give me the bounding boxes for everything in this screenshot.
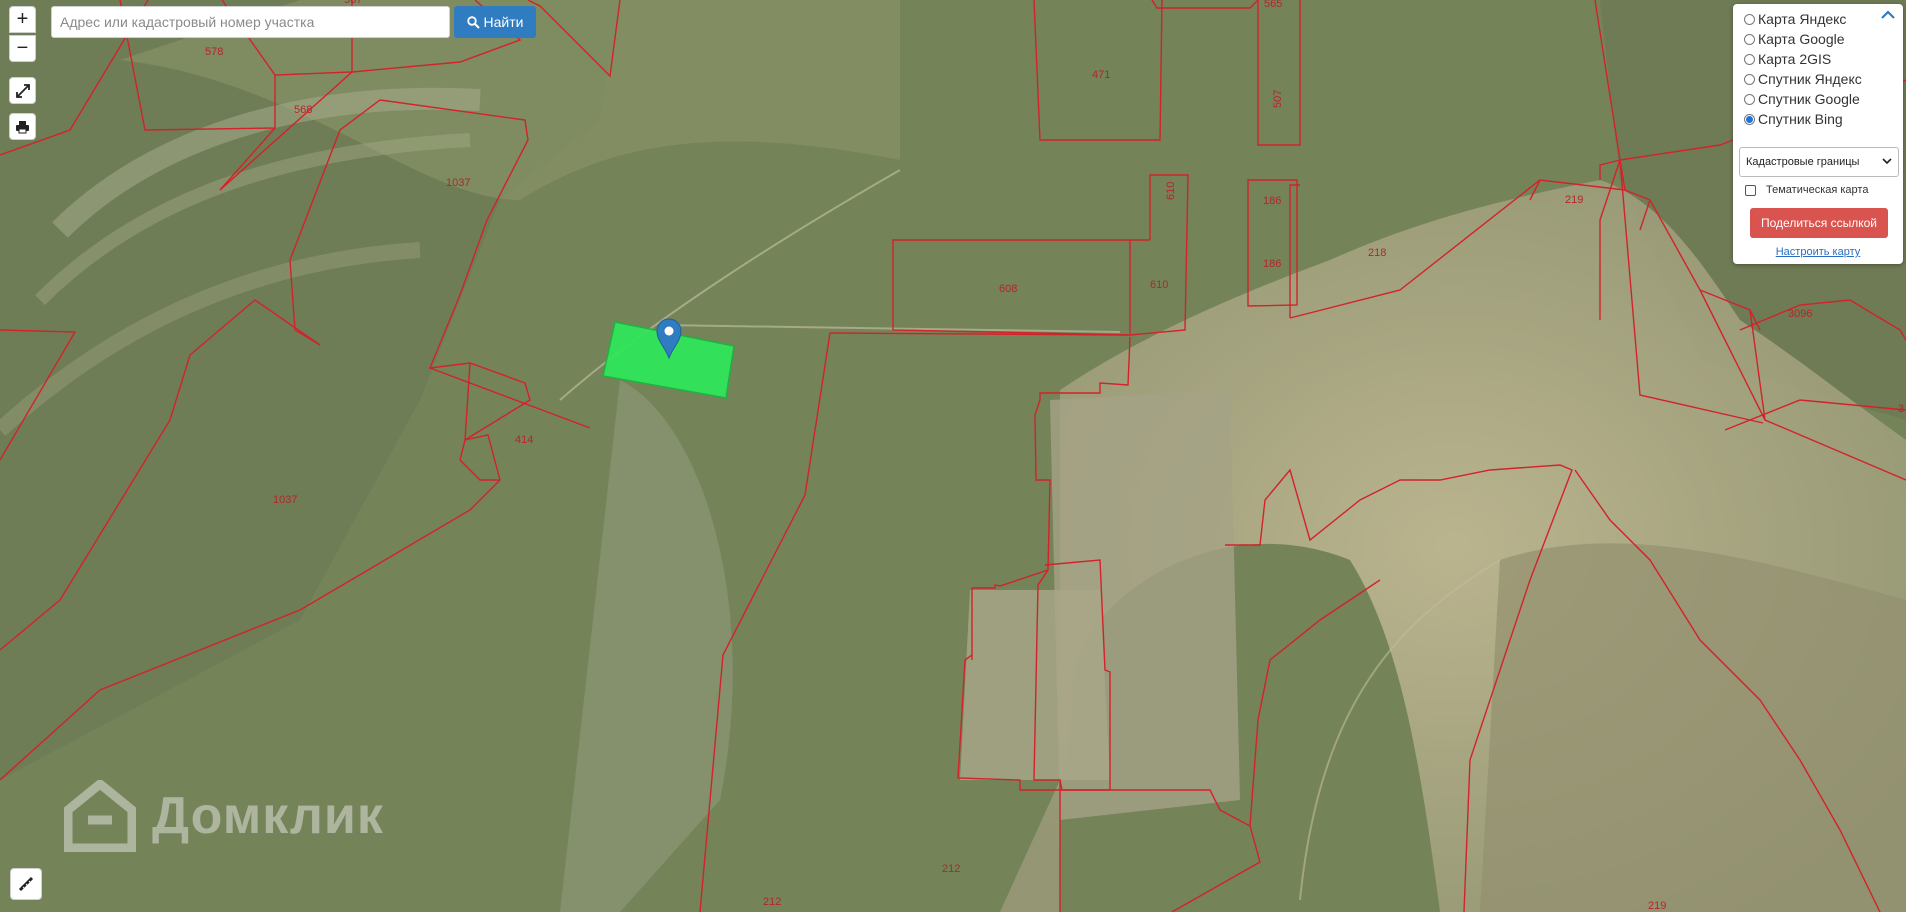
- layers-panel: Карта Яндекс Карта Google Карта 2GIS Спу…: [1733, 4, 1903, 264]
- radio-button[interactable]: [1744, 73, 1755, 85]
- ruler-icon: [18, 876, 34, 892]
- parcel-label: 3096: [1788, 308, 1812, 320]
- parcel-label: 565: [1264, 0, 1282, 10]
- parcel-label: 608: [999, 283, 1017, 295]
- parcel-label: 219: [1648, 900, 1666, 912]
- print-button[interactable]: [9, 113, 36, 140]
- radio-button[interactable]: [1744, 53, 1755, 65]
- parcel-label: 212: [942, 863, 960, 875]
- parcel-label: 1037: [273, 494, 297, 506]
- layer-option-label: Спутник Google: [1758, 91, 1860, 107]
- share-link-button[interactable]: Поделиться ссылкой: [1750, 208, 1888, 238]
- layer-option-label: Спутник Bing: [1758, 111, 1843, 127]
- layer-option-2gis-map[interactable]: Карта 2GIS: [1744, 50, 1831, 68]
- parcel-label: 578: [205, 46, 223, 58]
- parcel-label: 3: [1898, 403, 1904, 415]
- thematic-map-toggle[interactable]: Тематическая карта: [1745, 184, 1868, 196]
- chevron-down-icon: [1882, 158, 1892, 165]
- radio-button[interactable]: [1744, 33, 1755, 45]
- parcel-label: 471: [1092, 69, 1110, 81]
- layer-option-label: Карта 2GIS: [1758, 51, 1832, 67]
- layer-option-label: Карта Яндекс: [1758, 11, 1847, 27]
- find-button[interactable]: Найти: [454, 6, 536, 38]
- overlay-select[interactable]: Кадастровые границы: [1739, 147, 1899, 177]
- parcel-label: 218: [1368, 247, 1386, 259]
- satellite-map[interactable]: 578 568 567 565 471 507 1037 1037 610 61…: [0, 0, 1906, 912]
- parcel-label: 219: [1565, 194, 1583, 206]
- overlay-select-value: Кадастровые границы: [1746, 156, 1860, 168]
- parcel-label: 186: [1263, 258, 1281, 270]
- layer-option-label: Спутник Яндекс: [1758, 71, 1862, 87]
- radio-button-selected[interactable]: [1744, 113, 1755, 125]
- search-icon: [466, 15, 480, 29]
- search-input[interactable]: [51, 6, 450, 38]
- zoom-in-button[interactable]: +: [9, 6, 36, 33]
- parcel-label: 507: [1272, 90, 1284, 108]
- thematic-map-label: Тематическая карта: [1766, 184, 1869, 196]
- fullscreen-button[interactable]: [9, 77, 36, 104]
- measure-button[interactable]: [10, 868, 42, 900]
- parcel-label: 186: [1263, 195, 1281, 207]
- layer-option-google-satellite[interactable]: Спутник Google: [1744, 90, 1860, 108]
- layer-option-label: Карта Google: [1758, 31, 1845, 47]
- domclick-watermark: Домклик: [64, 780, 384, 852]
- radio-button[interactable]: [1744, 13, 1755, 25]
- thematic-map-checkbox[interactable]: [1745, 184, 1756, 196]
- configure-map-link[interactable]: Настроить карту: [1733, 246, 1903, 258]
- parcel-label: 610: [1165, 182, 1177, 200]
- parcel-label: 610: [1150, 279, 1168, 291]
- chevron-up-icon[interactable]: [1881, 10, 1895, 20]
- house-logo-icon: [64, 780, 136, 852]
- watermark-text: Домклик: [152, 787, 384, 845]
- zoom-out-button[interactable]: −: [9, 35, 36, 62]
- printer-icon: [16, 120, 29, 133]
- find-button-label: Найти: [483, 14, 524, 30]
- parcel-label: 1037: [446, 177, 470, 189]
- expand-icon: [15, 83, 30, 98]
- layer-option-yandex-map[interactable]: Карта Яндекс: [1744, 10, 1846, 28]
- radio-button[interactable]: [1744, 93, 1755, 105]
- layer-option-yandex-satellite[interactable]: Спутник Яндекс: [1744, 70, 1862, 88]
- parcel-label: 414: [515, 434, 533, 446]
- layer-option-google-map[interactable]: Карта Google: [1744, 30, 1845, 48]
- layer-option-bing-satellite[interactable]: Спутник Bing: [1744, 110, 1843, 128]
- parcel-label: 568: [294, 104, 312, 116]
- parcel-label: 212: [763, 896, 781, 908]
